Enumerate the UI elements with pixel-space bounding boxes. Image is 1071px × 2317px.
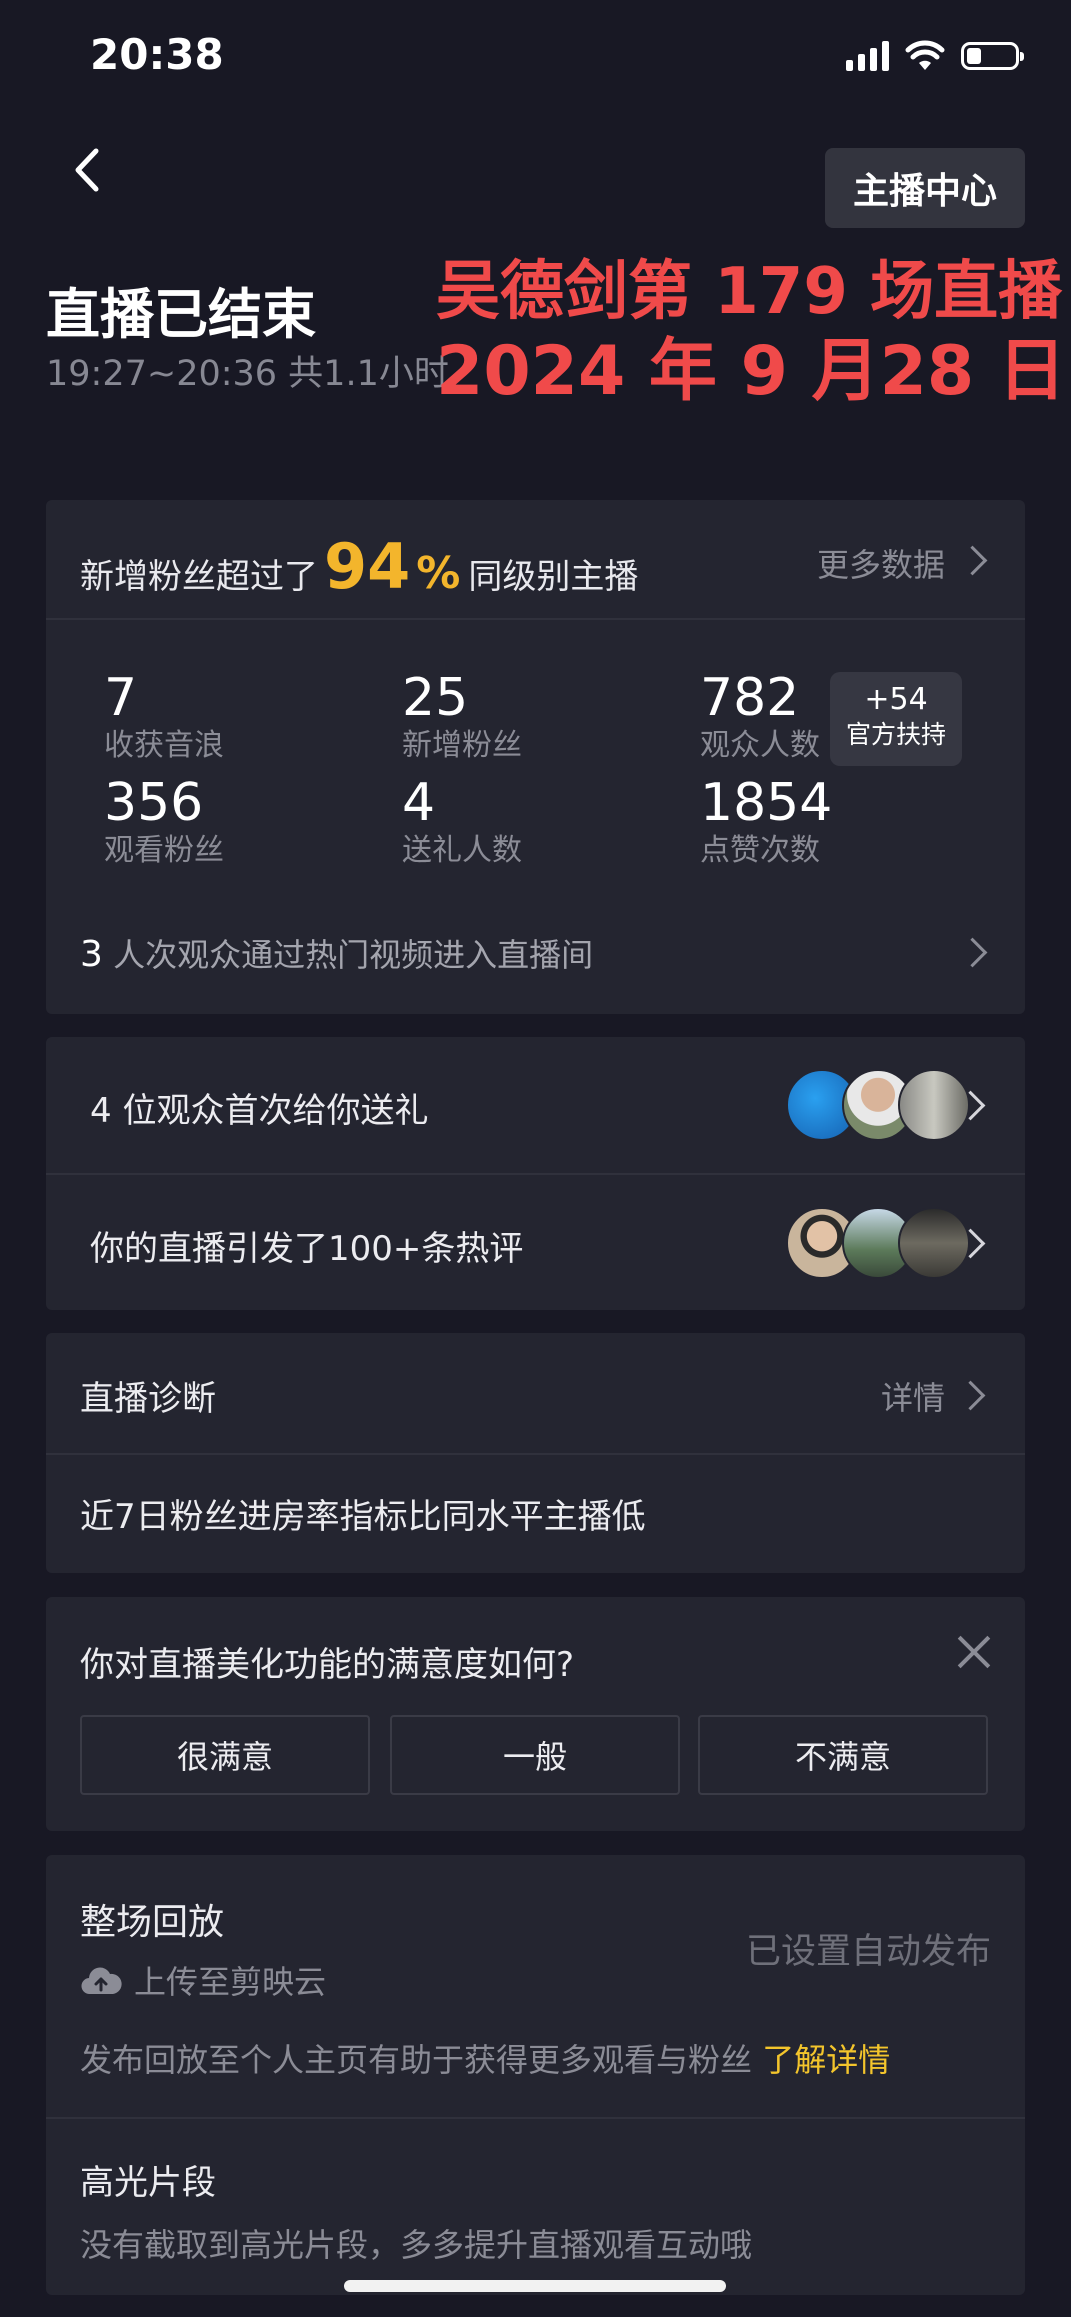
comment-avatars[interactable] [786,1207,970,1279]
host-center-button[interactable]: 主播中心 [825,148,1025,228]
stat-label: 点赞次数 [700,833,820,868]
wifi-icon [905,40,945,70]
option-unsatisfied-button[interactable]: 不满意 [698,1715,988,1795]
headline-percent-sign: % [416,548,461,599]
stat-sound-waves: 7 收获音浪 [104,670,224,766]
overlay-caption: 吴德剑第 179 场直播 2024 年 9 月28 日 [436,252,1066,412]
page-title: 直播已结束 [46,283,316,346]
status-time: 20:38 [90,30,224,79]
official-support-label: 官方扶持 [845,720,946,749]
back-chevron-icon[interactable] [66,145,106,195]
signal-icon [846,41,889,71]
stat-value: 7 [104,668,138,728]
chevron-right-icon[interactable] [955,1380,986,1411]
highlight-description: 没有截取到高光片段，多多提升直播观看互动哦 [80,2226,753,2264]
replay-desc-text: 发布回放至个人主页有助于获得更多观看与粉丝 [80,2041,763,2079]
auto-publish-status[interactable]: 已设置自动发布 [746,1923,991,1974]
stat-label: 送礼人数 [402,833,522,868]
divider [46,1453,1025,1455]
survey-question: 你对直播美化功能的满意度如何? [80,1645,575,1685]
fans-rank-headline: 新增粉丝超过了 94% 同级别主播 [80,530,638,603]
diagnosis-card: 直播诊断 详情 近7日粉丝进房率指标比同水平主播低 [46,1333,1025,1573]
divider [46,1173,1025,1175]
stat-value: 25 [402,668,469,728]
live-time-range: 19:27~20:36 共1.1小时 [46,354,449,394]
hot-video-count: 3 [80,934,103,975]
headline-suffix: 同级别主播 [468,557,639,597]
upload-label: 上传至剪映云 [134,1963,327,2001]
option-neutral-button[interactable]: 一般 [390,1715,680,1795]
option-very-satisfied-button[interactable]: 很满意 [80,1715,370,1795]
highlight-title: 高光片段 [80,2163,216,2203]
gift-avatars[interactable] [786,1069,970,1141]
battery-icon [961,42,1024,70]
hot-video-entry[interactable]: 3 人次观众通过热门视频进入直播间 [80,930,593,976]
upload-cloud-link[interactable]: 上传至剪映云 [80,1957,326,2003]
stat-watching-fans: 356 观看粉丝 [104,775,224,871]
replay-card: 整场回放 上传至剪映云 已设置自动发布 发布回放至个人主页有助于获得更多观看与粉… [46,1855,1025,2295]
home-indicator[interactable] [344,2280,726,2292]
overlay-line-1: 吴德剑第 179 场直播 [436,255,1063,329]
close-icon[interactable] [957,1635,991,1669]
divider [46,2117,1025,2119]
stat-label: 观众人数 [700,728,820,763]
stat-new-fans: 25 新增粉丝 [402,670,522,766]
overlay-line-2: 2024 年 9 月28 日 [436,332,1066,411]
summary-card: 新增粉丝超过了 94% 同级别主播 更多数据 7 收获音浪 25 新增粉丝 78… [46,500,1025,1014]
hot-video-text: 人次观众通过热门视频进入直播间 [102,936,594,974]
stat-gifters: 4 送礼人数 [402,775,522,871]
stat-value: 4 [402,773,436,833]
official-support-value: +54 [864,682,928,717]
divider [46,618,1025,620]
chevron-right-icon[interactable] [957,937,988,968]
hot-comment-text[interactable]: 你的直播引发了100+条热评 [90,1221,523,1270]
stat-label: 新增粉丝 [402,728,522,763]
audience-card: 4 位观众首次给你送礼 你的直播引发了100+条热评 [46,1037,1025,1310]
diagnosis-detail-link[interactable]: 详情 [881,1373,945,1419]
stat-likes: 1854 点赞次数 [700,775,832,871]
official-support-badge: +54 官方扶持 [830,672,962,766]
headline-prefix: 新增粉丝超过了 [80,557,318,597]
diagnosis-title: 直播诊断 [80,1379,216,1419]
diagnosis-message: 近7日粉丝进房率指标比同水平主播低 [80,1497,646,1537]
cloud-upload-icon [81,1967,122,1995]
stat-viewers: 782 观众人数 [700,670,820,766]
replay-description: 发布回放至个人主页有助于获得更多观看与粉丝 了解详情 [80,2035,890,2081]
chevron-right-icon[interactable] [957,545,988,576]
stat-value: 782 [700,668,800,728]
stat-value: 1854 [700,773,833,833]
stat-label: 收获音浪 [104,728,224,763]
learn-more-link[interactable]: 了解详情 [762,2041,890,2079]
stat-value: 356 [104,773,204,833]
headline-percent: 94 [324,530,411,603]
first-gift-text[interactable]: 4 位观众首次给你送礼 [90,1083,428,1132]
stat-label: 观看粉丝 [104,833,224,868]
status-icons [846,40,1024,72]
replay-title: 整场回放 [80,1902,225,1943]
live-summary-page: 20:38 主播中心 直播已结束 19:27~20:36 共1.1小时 吴德剑第… [0,0,1071,2317]
survey-card: 你对直播美化功能的满意度如何? 很满意 一般 不满意 [46,1597,1025,1831]
more-data-link[interactable]: 更多数据 [817,540,945,586]
